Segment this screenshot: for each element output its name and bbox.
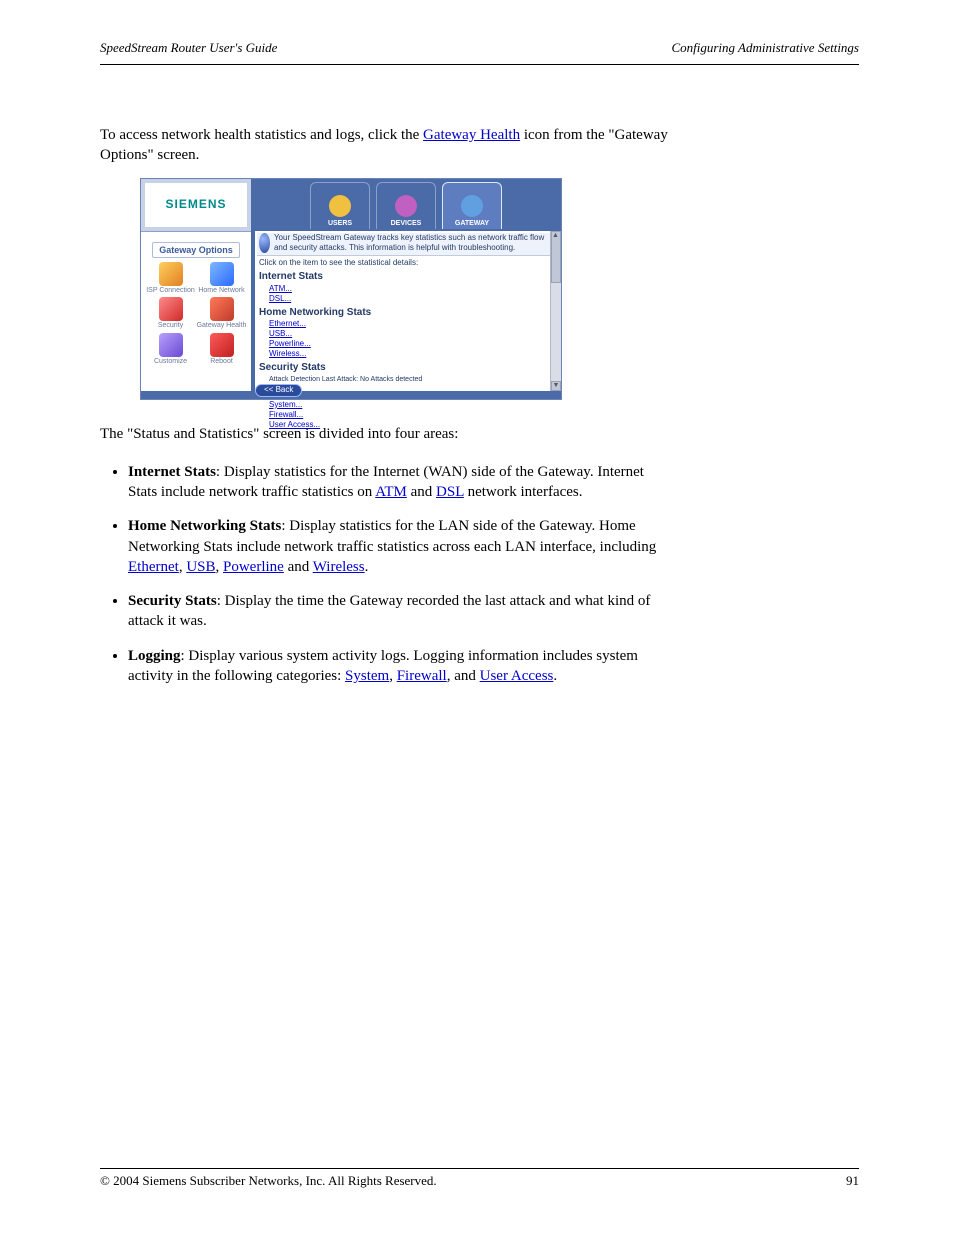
link-atm[interactable]: ATM...	[269, 284, 557, 294]
list-item-logging: Logging: Display various system activity…	[128, 646, 859, 687]
gateway-icon	[461, 195, 483, 217]
gateway-health-link[interactable]: Gateway Health	[423, 127, 520, 143]
isp-icon	[159, 262, 183, 286]
link-firewall-text[interactable]: Firewall	[397, 668, 447, 684]
devices-icon	[395, 195, 417, 217]
link-wireless[interactable]: Wireless...	[269, 349, 557, 359]
intro-paragraph: To access network health statistics and …	[100, 125, 859, 166]
chapter-title: Configuring Administrative Settings	[671, 40, 859, 56]
status-statistics-screenshot: SIEMENS USERS DEVICES GATEWAY Gateway Op…	[140, 178, 562, 400]
link-wireless-text[interactable]: Wireless	[313, 559, 365, 575]
link-ethernet-text[interactable]: Ethernet	[128, 559, 179, 575]
sidebar-title: Gateway Options	[152, 242, 240, 258]
siemens-logo: SIEMENS	[141, 179, 251, 231]
back-button[interactable]: << Back	[255, 384, 302, 397]
health-icon	[210, 297, 234, 321]
link-powerline-text[interactable]: Powerline	[223, 559, 284, 575]
sidebar-item-home[interactable]: Home Network	[196, 262, 247, 295]
tab-users[interactable]: USERS	[310, 182, 370, 229]
footer-rule	[100, 1168, 859, 1169]
home-network-icon	[210, 262, 234, 286]
page-number: 91	[846, 1173, 859, 1189]
section-security-stats: Security Stats	[259, 361, 557, 375]
info-icon	[259, 233, 270, 253]
reboot-icon	[210, 333, 234, 357]
link-user-access-log[interactable]: User Access...	[269, 420, 557, 430]
sidebar-item-reboot[interactable]: Reboot	[196, 333, 247, 366]
list-item-home-stats: Home Networking Stats: Display statistic…	[128, 516, 859, 577]
link-firewall-log[interactable]: Firewall...	[269, 410, 557, 420]
doc-title: SpeedStream Router User's Guide	[100, 40, 277, 56]
sidebar-item-security[interactable]: Security	[145, 297, 196, 330]
link-powerline[interactable]: Powerline...	[269, 339, 557, 349]
panel-lead: Click on the item to see the statistical…	[259, 258, 557, 269]
link-user-access-text[interactable]: User Access	[480, 668, 554, 684]
link-system-log[interactable]: System...	[269, 400, 557, 410]
customize-icon	[159, 333, 183, 357]
header-rule	[100, 64, 859, 65]
link-dsl-text[interactable]: DSL	[436, 484, 464, 500]
panel-intro-text: Your SpeedStream Gateway tracks key stat…	[274, 233, 555, 253]
sidebar-item-customize[interactable]: Customize	[145, 333, 196, 366]
list-item-security-stats: Security Stats: Display the time the Gat…	[128, 591, 859, 632]
users-icon	[329, 195, 351, 217]
copyright: © 2004 Siemens Subscriber Networks, Inc.…	[100, 1173, 437, 1189]
sidebar-item-isp[interactable]: ISP Connection	[145, 262, 196, 295]
list-item-internet-stats: Internet Stats: Display statistics for t…	[128, 462, 859, 503]
areas-list: Internet Stats: Display statistics for t…	[100, 462, 859, 686]
section-internet-stats: Internet Stats	[259, 270, 557, 284]
link-system-text[interactable]: System	[345, 668, 389, 684]
section-home-stats: Home Networking Stats	[259, 306, 557, 320]
section-logging: Logging	[259, 386, 557, 400]
scrollbar[interactable]: ▲ ▼	[550, 231, 561, 391]
scroll-down-icon[interactable]: ▼	[551, 381, 561, 391]
tab-gateway[interactable]: GATEWAY	[442, 182, 502, 229]
link-usb-text[interactable]: USB	[186, 559, 215, 575]
link-atm-text[interactable]: ATM	[375, 484, 407, 500]
link-dsl[interactable]: DSL...	[269, 294, 557, 304]
security-icon	[159, 297, 183, 321]
scroll-up-icon[interactable]: ▲	[551, 231, 561, 283]
link-ethernet[interactable]: Ethernet...	[269, 319, 557, 329]
link-usb[interactable]: USB...	[269, 329, 557, 339]
sidebar-item-health[interactable]: Gateway Health	[196, 297, 247, 330]
security-last-attack: Attack Detection Last Attack: No Attacks…	[269, 375, 557, 384]
tab-devices[interactable]: DEVICES	[376, 182, 436, 229]
